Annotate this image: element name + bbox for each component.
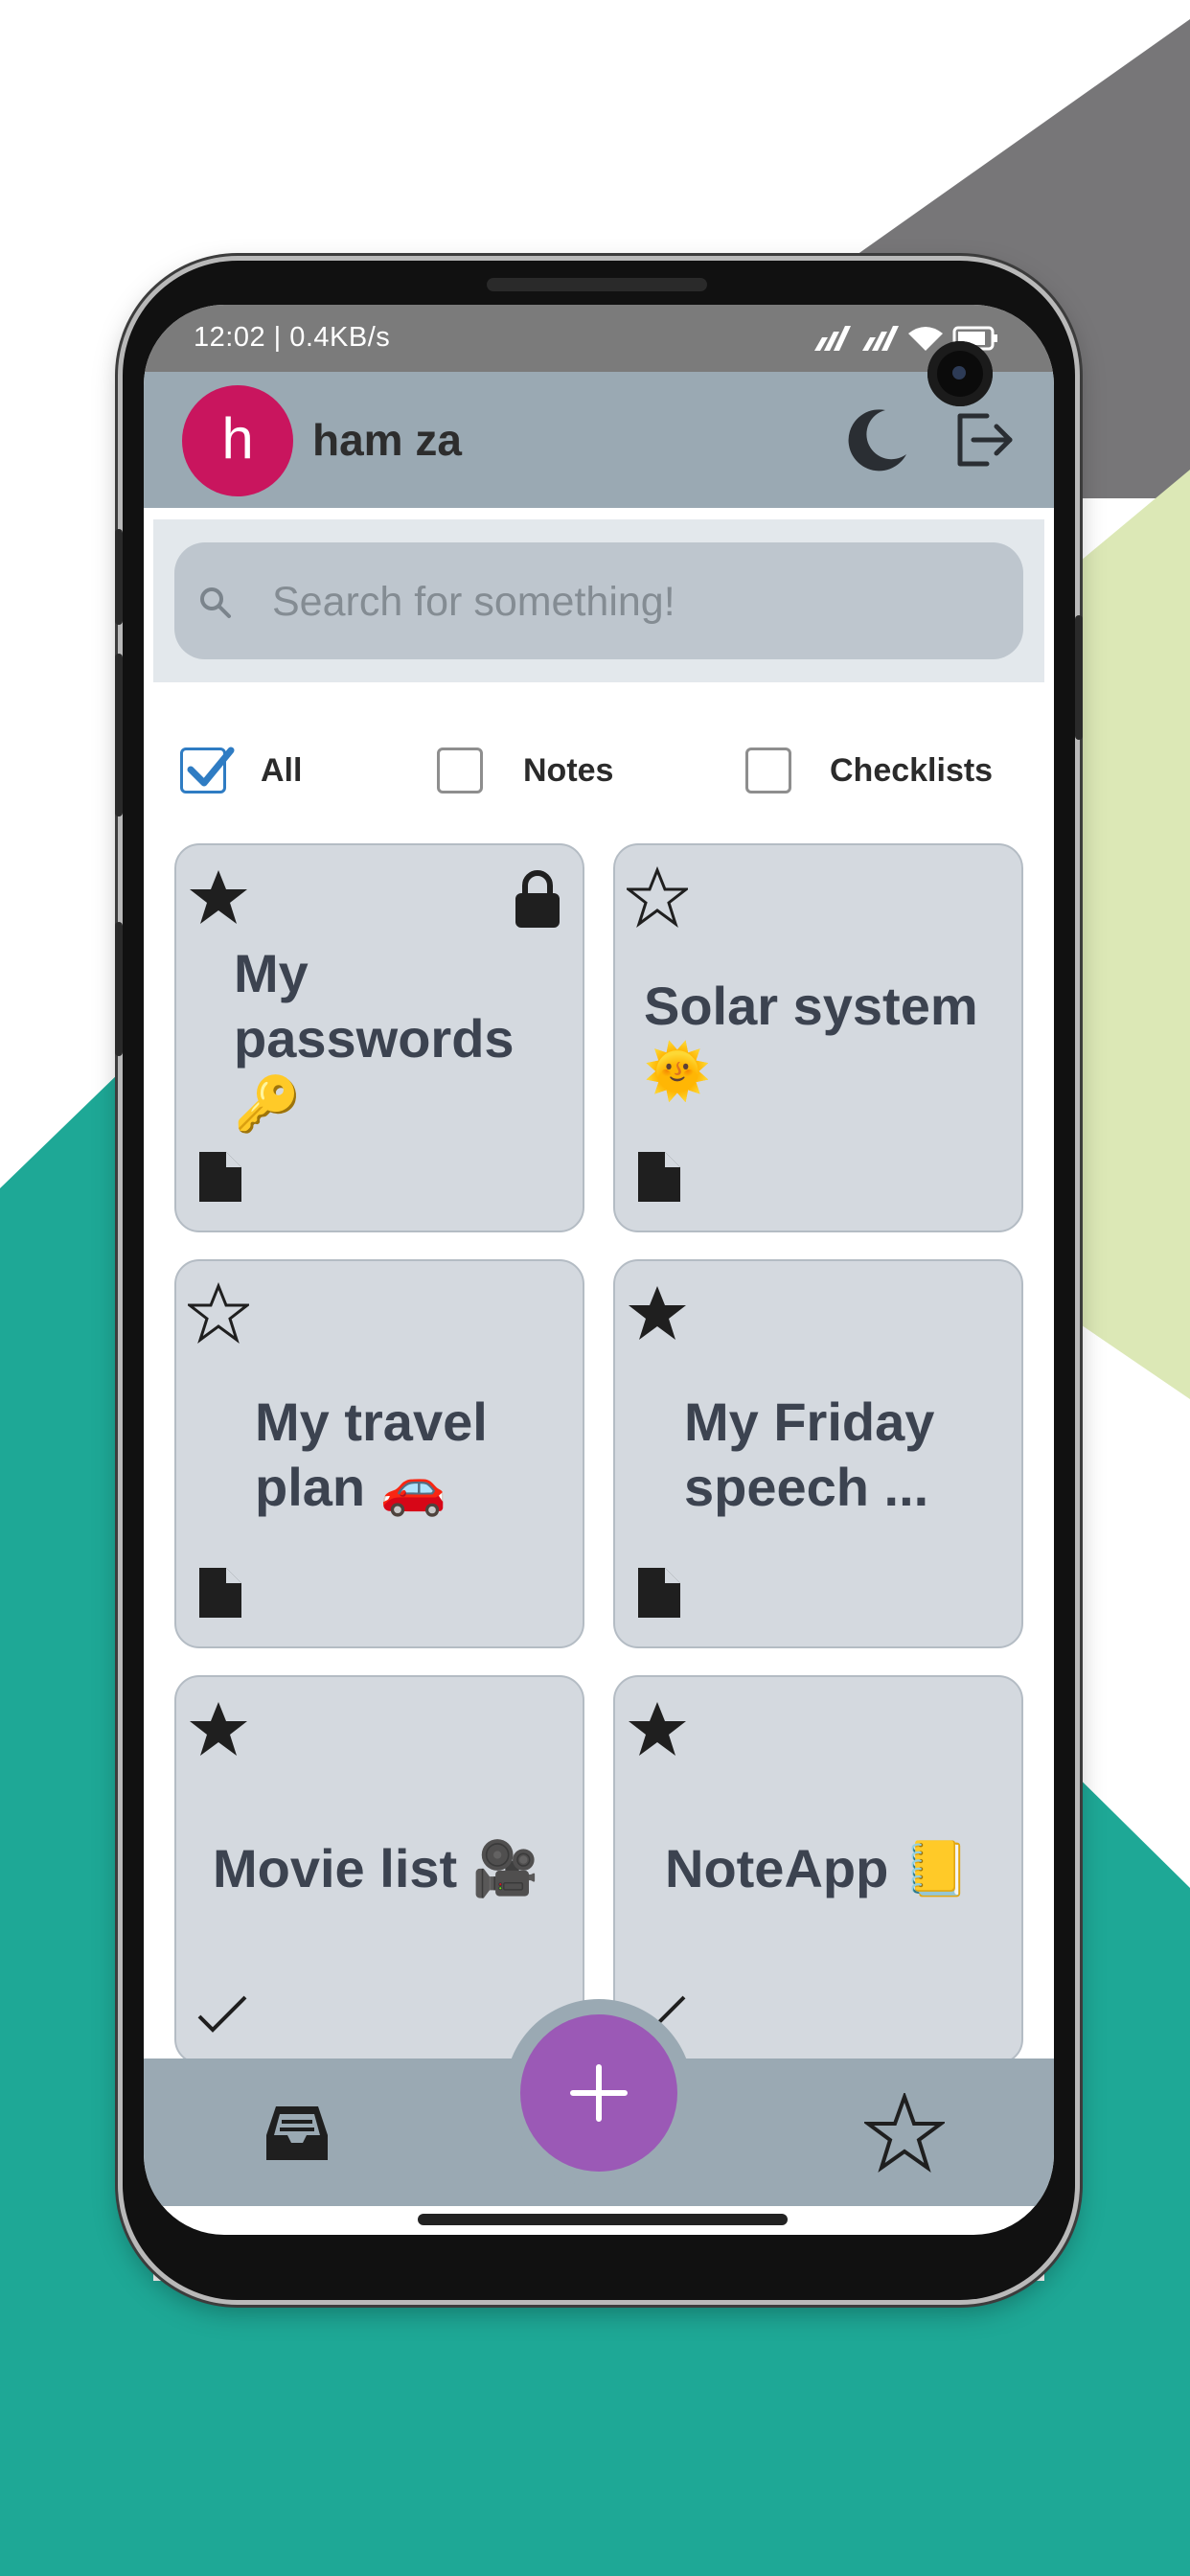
phone-frame: 12:02 | 0.4KB/s h ham za Search for some… <box>115 261 1083 2300</box>
filter-checklists[interactable]: Checklists <box>745 744 993 797</box>
phone-side-button <box>115 922 123 1056</box>
status-time-speed: 12:02 | 0.4KB/s <box>194 322 391 353</box>
note-title: My Friday speech ... <box>684 1392 935 1517</box>
front-camera <box>927 341 993 406</box>
star-filled-icon[interactable] <box>627 1282 688 1344</box>
note-title: My travel plan 🚗 <box>255 1392 488 1517</box>
note-file-icon <box>638 1568 680 1618</box>
add-note-button[interactable] <box>520 2014 677 2172</box>
logout-button[interactable] <box>949 404 1019 475</box>
add-icon <box>570 2064 628 2122</box>
note-title: NoteApp 📒 <box>665 1838 971 1898</box>
app-header: h ham za <box>144 372 1054 508</box>
phone-volume-button <box>115 654 123 816</box>
checklist-check-icon <box>197 1995 247 2033</box>
note-card[interactable]: My Friday speech ... <box>613 1259 1023 1648</box>
note-card[interactable]: My passwords 🔑 <box>174 843 584 1232</box>
filter-notes-label: Notes <box>523 751 614 789</box>
checkmark-icon <box>187 747 235 787</box>
nav-inbox-button[interactable] <box>257 2093 337 2174</box>
note-card[interactable]: NoteApp 📒 <box>613 1675 1023 2064</box>
logout-icon <box>957 413 1013 467</box>
search-bar[interactable] <box>174 542 1023 661</box>
star-filled-icon[interactable] <box>188 866 249 928</box>
dark-mode-button[interactable] <box>841 404 912 475</box>
note-file-icon <box>199 1152 241 1202</box>
home-indicator[interactable] <box>418 2214 788 2225</box>
filter-notes-checkbox[interactable] <box>437 748 483 794</box>
moon-icon <box>848 409 906 472</box>
note-card[interactable]: Solar system 🌞 <box>613 843 1023 1232</box>
note-title: Solar system 🌞 <box>644 976 978 1101</box>
filter-checklists-checkbox[interactable] <box>745 748 791 794</box>
user-name: ham za <box>312 415 462 465</box>
note-title: My passwords 🔑 <box>234 943 515 1134</box>
lock-icon <box>515 870 560 928</box>
note-card[interactable]: Movie list 🎥 <box>174 1675 584 2064</box>
search-icon <box>200 587 231 618</box>
search-container <box>153 519 1044 682</box>
note-card[interactable]: My travel plan 🚗 <box>174 1259 584 1648</box>
status-bar: 12:02 | 0.4KB/s <box>144 305 1054 372</box>
filter-all-label: All <box>261 751 303 789</box>
filter-all[interactable]: All <box>180 744 302 797</box>
filter-notes[interactable]: Notes <box>437 744 613 797</box>
avatar[interactable]: h <box>182 385 293 496</box>
note-file-icon <box>638 1152 680 1202</box>
star-filled-icon[interactable] <box>188 1698 249 1760</box>
star-outline-icon[interactable] <box>188 1282 249 1344</box>
inbox-icon <box>266 2106 328 2160</box>
phone-side-button <box>115 529 123 625</box>
star-outline-icon[interactable] <box>627 866 688 928</box>
search-input[interactable] <box>270 542 1002 661</box>
note-file-icon <box>199 1568 241 1618</box>
phone-screen: 12:02 | 0.4KB/s h ham za Search for some… <box>144 305 1054 2235</box>
star-icon <box>861 2091 948 2174</box>
note-title: Movie list 🎥 <box>213 1838 539 1898</box>
filter-checklists-label: Checklists <box>830 751 994 789</box>
filter-all-checkbox[interactable] <box>180 747 235 794</box>
phone-power-button <box>1075 615 1083 740</box>
phone-speaker <box>487 278 707 291</box>
nav-favorites-button[interactable] <box>861 2091 948 2174</box>
star-filled-icon[interactable] <box>627 1698 688 1760</box>
